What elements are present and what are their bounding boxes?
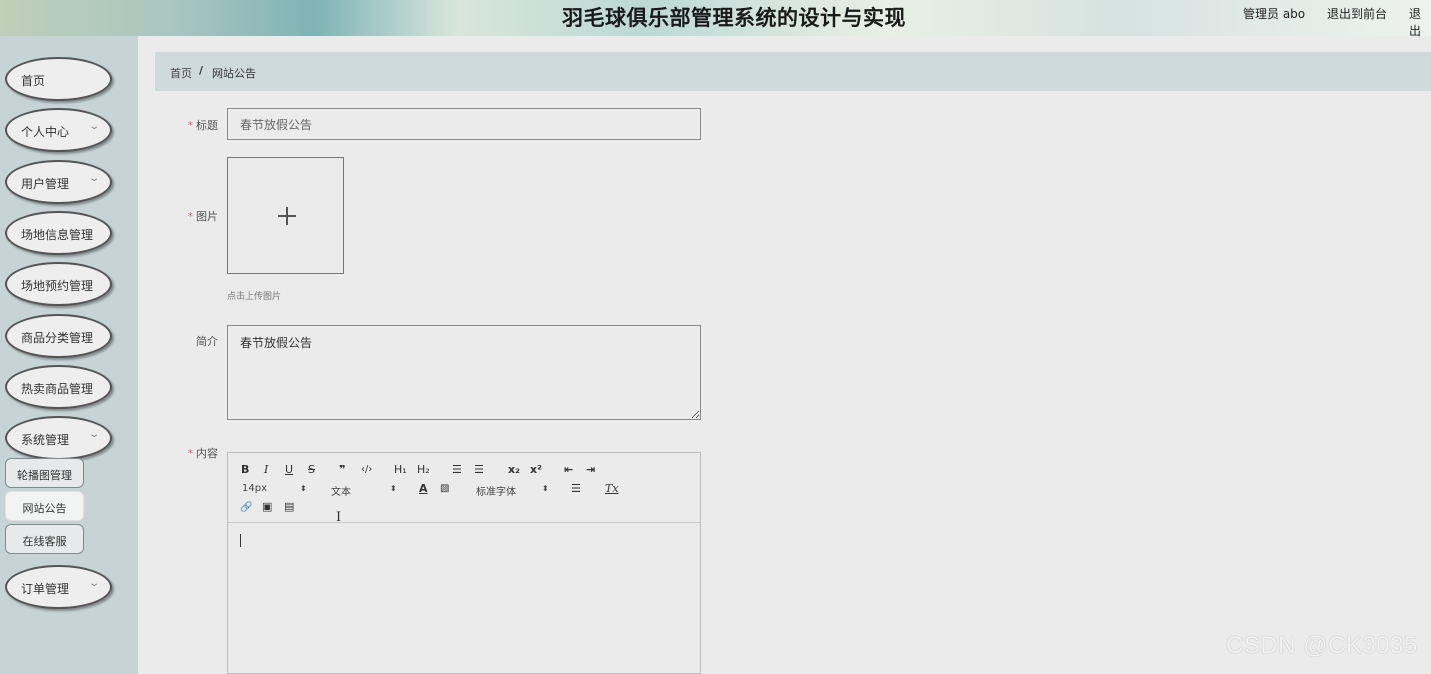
sidebar-item-label: 商品分类管理 xyxy=(21,331,94,345)
sidebar-item-personal-center[interactable]: 个人中心 ⌄ xyxy=(5,108,112,152)
rich-text-editor: B I U S ❞ ‹/› H₁ H₂ ☰ ☰ x₂ x² ⇤ ⇥ 14px ⬍… xyxy=(227,452,701,674)
sidebar-item-label: 用户管理 xyxy=(21,177,70,191)
mouse-ibeam-cursor-icon: I xyxy=(336,510,342,525)
sidebar-item-home[interactable]: 首页 xyxy=(5,57,112,101)
bold-button[interactable]: B xyxy=(241,463,249,477)
chevron-down-icon: ⌄ xyxy=(87,578,100,589)
sidebar-item-venue-info[interactable]: 场地信息管理 xyxy=(5,211,112,255)
intro-label: 简介 xyxy=(158,333,218,349)
updown-icon: ⬍ xyxy=(542,484,549,493)
indent-button[interactable]: ⇥ xyxy=(586,463,595,477)
sidebar-item-hot-products[interactable]: 热卖商品管理 xyxy=(5,365,112,409)
header-2-button[interactable]: H₂ xyxy=(417,463,430,477)
strike-button[interactable]: S xyxy=(308,463,315,477)
watermark: CSDN @CK3035 xyxy=(1226,632,1418,659)
font-color-button[interactable]: A xyxy=(419,482,428,496)
title-input[interactable] xyxy=(227,108,701,140)
sidebar-item-label: 热卖商品管理 xyxy=(21,382,94,396)
editor-toolbar: B I U S ❞ ‹/› H₁ H₂ ☰ ☰ x₂ x² ⇤ ⇥ 14px ⬍… xyxy=(228,453,700,523)
breadcrumb-current: 网站公告 xyxy=(212,67,256,80)
image-upload-box[interactable] xyxy=(227,157,344,274)
upload-tip: 点击上传图片 xyxy=(227,292,282,302)
breadcrumb: 首页 / 网站公告 xyxy=(155,52,1431,91)
align-button[interactable]: ☰ xyxy=(571,482,581,496)
sidebar-item-label: 个人中心 xyxy=(21,125,70,139)
clean-format-button[interactable]: Tx xyxy=(605,482,619,496)
breadcrumb-separator: / xyxy=(199,64,204,77)
updown-icon: ⬍ xyxy=(300,484,307,493)
chevron-down-icon: ⌄ xyxy=(87,121,100,132)
chevron-down-icon: ⌄ xyxy=(87,429,100,440)
intro-label-text: 简介 xyxy=(196,335,218,348)
editor-content-area[interactable] xyxy=(228,524,700,673)
back-to-front-link[interactable]: 退出到前台 xyxy=(1327,5,1387,22)
image-button[interactable]: ▣ xyxy=(262,500,272,514)
sidebar-subitem-announcement[interactable]: 网站公告 xyxy=(5,491,84,521)
title-label: * 标题 xyxy=(158,117,219,133)
subscript-button[interactable]: x₂ xyxy=(508,463,520,477)
underline-button[interactable]: U xyxy=(285,463,293,477)
sidebar-item-product-category[interactable]: 商品分类管理 xyxy=(5,314,112,358)
title-label-text: 标题 xyxy=(196,119,218,132)
image-label: * 图片 xyxy=(158,208,219,224)
sidebar-item-label: 场地信息管理 xyxy=(21,228,94,242)
sidebar-item-order-management[interactable]: 订单管理 ⌄ xyxy=(5,565,112,609)
logout-link[interactable]: 退出 xyxy=(1409,5,1431,39)
font-family-select[interactable]: 标准字体 xyxy=(476,483,516,498)
header-select[interactable]: 文本 xyxy=(331,483,351,498)
image-label-text: 图片 xyxy=(196,210,218,223)
link-button[interactable]: 🔗 xyxy=(240,501,252,515)
header-1-button[interactable]: H₁ xyxy=(394,463,407,477)
breadcrumb-home[interactable]: 首页 xyxy=(170,65,192,81)
sidebar-item-label: 订单管理 xyxy=(21,582,70,596)
sidebar-subitem-label: 在线客服 xyxy=(22,535,67,548)
font-size-select[interactable]: 14px xyxy=(242,483,267,494)
sidebar-item-venue-booking[interactable]: 场地预约管理 xyxy=(5,262,112,306)
ordered-list-button[interactable]: ☰ xyxy=(452,463,462,477)
code-button[interactable]: ‹/› xyxy=(361,463,372,477)
bullet-list-button[interactable]: ☰ xyxy=(474,463,484,477)
sidebar-item-user-management[interactable]: 用户管理 ⌄ xyxy=(5,160,112,204)
sidebar-subitem-label: 网站公告 xyxy=(22,502,67,515)
background-color-button[interactable]: ▧ xyxy=(440,482,449,496)
video-button[interactable]: ▤ xyxy=(284,500,294,514)
site-title: 羽毛球俱乐部管理系统的设计与实现 xyxy=(562,6,906,30)
updown-icon: ⬍ xyxy=(390,484,397,493)
sidebar-subitem-carousel[interactable]: 轮播图管理 xyxy=(5,458,84,488)
sidebar-subitem-label: 轮播图管理 xyxy=(17,469,72,482)
quote-button[interactable]: ❞ xyxy=(339,463,345,477)
sidebar-subitem-online-service[interactable]: 在线客服 xyxy=(5,524,84,554)
required-mark: * xyxy=(187,119,194,132)
outdent-button[interactable]: ⇤ xyxy=(564,463,573,477)
chevron-down-icon: ⌄ xyxy=(87,173,100,184)
required-mark: * xyxy=(187,210,194,223)
content-label-text: 内容 xyxy=(196,447,218,460)
text-cursor xyxy=(240,534,241,547)
top-header: 羽毛球俱乐部管理系统的设计与实现 管理员 abo 退出到前台 退出 xyxy=(0,0,1431,39)
sidebar-item-label: 系统管理 xyxy=(21,433,70,447)
sidebar-item-system-management[interactable]: 系统管理 ⌄ xyxy=(5,416,112,460)
current-user: 管理员 abo xyxy=(1243,7,1306,21)
superscript-button[interactable]: x² xyxy=(530,463,542,477)
sidebar-item-label: 首页 xyxy=(21,74,46,88)
required-mark: * xyxy=(187,447,194,460)
italic-button[interactable]: I xyxy=(264,463,268,477)
content-label: * 内容 xyxy=(158,445,219,461)
plus-icon xyxy=(278,207,296,225)
sidebar-item-label: 场地预约管理 xyxy=(21,279,94,293)
intro-textarea[interactable]: 春节放假公告 xyxy=(227,325,701,420)
